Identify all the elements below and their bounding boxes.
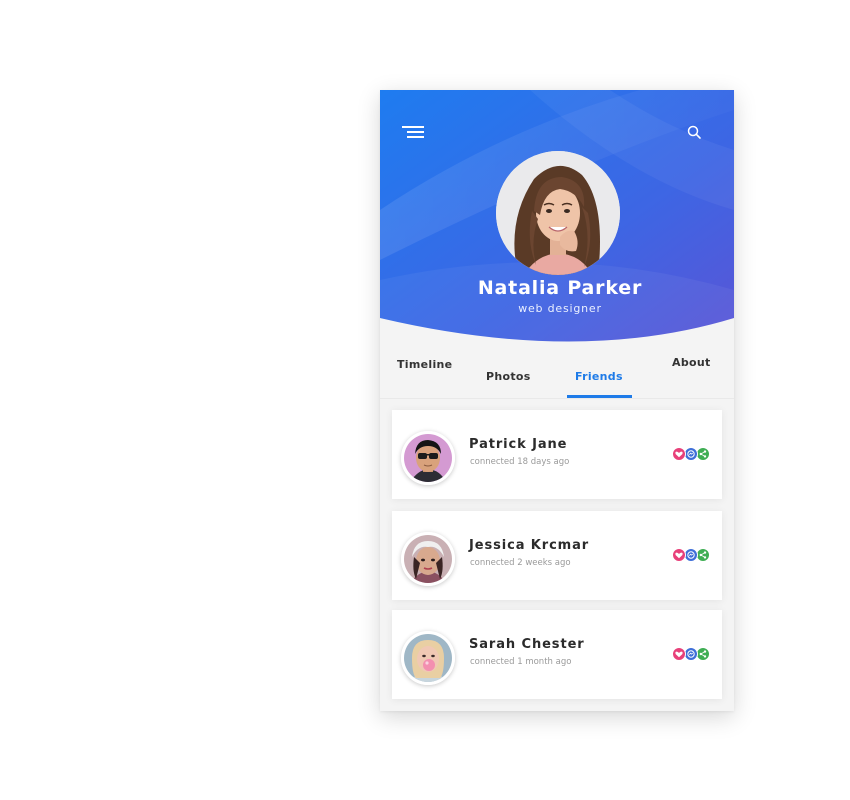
friend-photo-illustration [404, 535, 452, 583]
heart-icon [675, 552, 683, 559]
friend-card[interactable]: Patrick Jane connected 18 days ago [392, 410, 722, 499]
phone-screen: Natalia Parker web designer Timeline Pho… [380, 90, 734, 711]
tab-photos[interactable]: Photos [486, 370, 531, 383]
message-button[interactable] [684, 647, 698, 661]
messenger-icon [687, 551, 695, 559]
search-button[interactable] [685, 123, 705, 143]
profile-name: Natalia Parker [477, 277, 643, 299]
heart-icon [675, 651, 683, 658]
search-icon [687, 125, 701, 139]
share-icon [699, 450, 707, 458]
friend-avatar [401, 431, 455, 485]
menu-button[interactable] [398, 121, 428, 143]
tab-timeline[interactable]: Timeline [397, 358, 452, 371]
friend-photo-illustration [404, 434, 452, 482]
friend-card[interactable]: Sarah Chester connected 1 month ago [392, 610, 722, 699]
tab-about[interactable]: About [672, 356, 711, 369]
friend-actions [672, 447, 712, 461]
profile-avatar[interactable] [496, 151, 620, 275]
friend-name: Sarah Chester [469, 637, 585, 652]
friend-connected-time: connected 1 month ago [470, 657, 572, 667]
friend-photo-illustration [404, 634, 452, 682]
like-button[interactable] [672, 447, 686, 461]
friend-connected-time: connected 2 weeks ago [470, 558, 571, 568]
friend-card[interactable]: Jessica Krcmar connected 2 weeks ago [392, 511, 722, 600]
message-button[interactable] [684, 548, 698, 562]
friend-actions [672, 647, 712, 661]
friend-connected-time: connected 18 days ago [470, 457, 570, 467]
hamburger-menu-icon [402, 126, 424, 138]
like-button[interactable] [672, 548, 686, 562]
friend-actions [672, 548, 712, 562]
share-button[interactable] [696, 548, 710, 562]
share-icon [699, 650, 707, 658]
profile-photo-illustration [496, 151, 620, 275]
friend-avatar [401, 631, 455, 685]
profile-role: web designer [518, 302, 602, 315]
share-button[interactable] [696, 447, 710, 461]
tab-friends[interactable]: Friends [575, 370, 623, 383]
tabs-divider [380, 398, 734, 399]
share-button[interactable] [696, 647, 710, 661]
friend-avatar [401, 532, 455, 586]
messenger-icon [687, 450, 695, 458]
messenger-icon [687, 650, 695, 658]
friend-name: Jessica Krcmar [469, 538, 590, 553]
friend-name: Patrick Jane [469, 437, 568, 452]
like-button[interactable] [672, 647, 686, 661]
share-icon [699, 551, 707, 559]
heart-icon [675, 451, 683, 458]
message-button[interactable] [684, 447, 698, 461]
